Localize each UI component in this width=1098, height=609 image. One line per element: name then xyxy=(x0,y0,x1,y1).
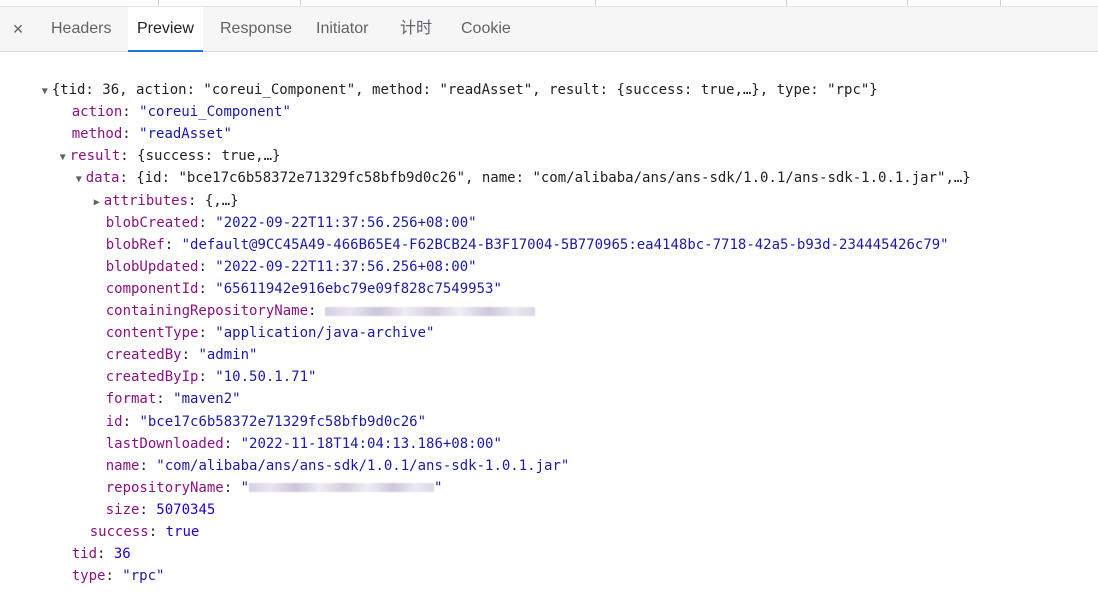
tab-cookie[interactable]: Cookie xyxy=(461,7,511,51)
tree-row-createdbyip: createdByIp: "10.50.1.71" xyxy=(105,369,317,386)
tree-row-format: format: "maven2" xyxy=(105,391,241,408)
tree-row-contenttype: contentType: "application/java-archive" xyxy=(105,325,435,342)
prop-key: type xyxy=(71,568,106,585)
prop-value: true xyxy=(165,524,200,541)
tab-preview[interactable]: Preview xyxy=(128,7,203,52)
tree-row-data[interactable]: ▼ data: {id: "bce17c6b58372e71329fc58bfb9… xyxy=(42,145,971,186)
tree-row-repositoryname: repositoryName: " " xyxy=(105,479,443,496)
tree-row-blobcreated: blobCreated: "2022-09-22T11:37:56.256+08… xyxy=(105,214,477,231)
tree-row-result[interactable]: ▼ result: {success: true,…} xyxy=(26,123,281,164)
tree-row-type: type: "rpc" xyxy=(71,568,165,585)
close-icon[interactable]: × xyxy=(10,7,26,51)
tree-row-componentid: componentId: "65611942e916ebc79e09f828c7… xyxy=(105,280,502,297)
prop-value: "rpc" xyxy=(122,568,165,585)
tab-response[interactable]: Response xyxy=(220,7,292,51)
prop-summary: {id: "bce17c6b58372e71329fc58bfb9d0c26",… xyxy=(136,170,971,187)
tree-row-blobupdated: blobUpdated: "2022-09-22T11:37:56.256+08… xyxy=(105,258,477,275)
tree-row-root[interactable]: ▼ {tid: 36, action: "coreui_Component", m… xyxy=(8,57,878,98)
tree-row-tid: tid: 36 xyxy=(71,546,131,563)
tree-row-id: id: "bce17c6b58372e71329fc58bfb9d0c26" xyxy=(105,413,427,430)
tree-row-containingrepositoryname: containingRepositoryName: xyxy=(72,278,535,319)
tab-timing[interactable]: 计时 xyxy=(400,7,432,51)
devtools-tab-bar: × Headers Preview Response Initiator 计时 … xyxy=(0,7,1098,52)
tree-row-attributes[interactable]: ▶ attributes: {,…} xyxy=(60,168,239,209)
tree-row-action: action: "coreui_Component" xyxy=(71,104,291,121)
tree-row-createdby: createdBy: "admin" xyxy=(105,347,258,364)
tree-row-success: success: true xyxy=(89,524,200,541)
redacted-value xyxy=(249,483,435,493)
tree-row-lastdownloaded: lastDownloaded: "2022-11-18T14:04:13.186… xyxy=(105,435,502,452)
tab-initiator[interactable]: Initiator xyxy=(316,7,368,51)
tree-row-size: size: 5070345 xyxy=(105,501,216,518)
top-edge xyxy=(0,0,1098,7)
tree-row-method: method: "readAsset" xyxy=(71,126,232,143)
tree-row-blobref: blobRef: "default@9CC45A49-466B65E4-F62B… xyxy=(105,236,949,253)
tab-headers[interactable]: Headers xyxy=(51,7,111,51)
tree-row-name: name: "com/alibaba/ans/ans-sdk/1.0.1/ans… xyxy=(105,457,570,474)
